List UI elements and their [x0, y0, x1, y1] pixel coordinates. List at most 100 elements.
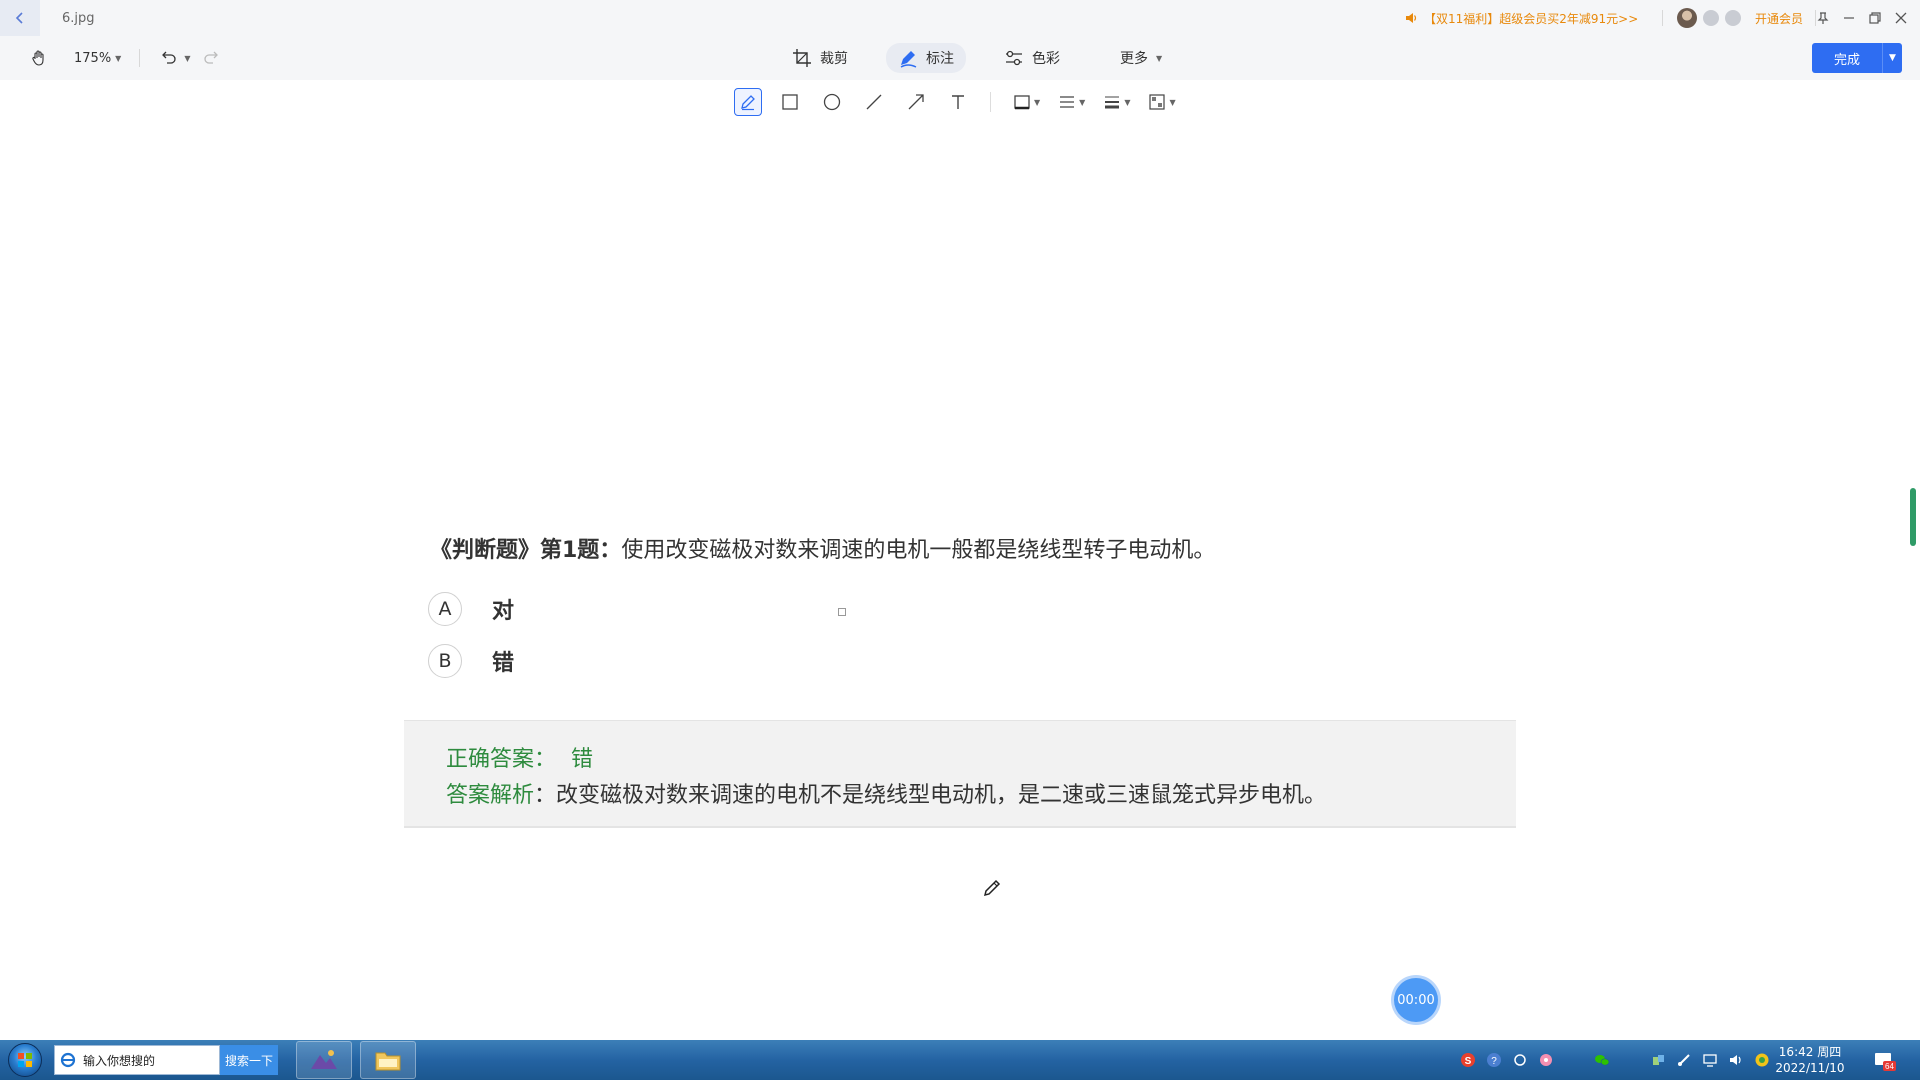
selection-handle[interactable] — [838, 608, 846, 616]
redo-icon — [204, 51, 219, 64]
promo-banner[interactable]: 【双11福利】超级会员买2年减91元>> — [1404, 0, 1638, 36]
folder-icon — [375, 1052, 401, 1071]
redo-button[interactable] — [200, 47, 222, 69]
line-tool[interactable] — [860, 88, 888, 116]
user-area: 开通会员 — [1662, 0, 1817, 36]
annotate-tab[interactable]: 标注 — [886, 43, 966, 73]
badge-icon[interactable] — [1703, 10, 1719, 26]
taskbar-search-input[interactable]: 输入你想搜的 — [54, 1045, 220, 1075]
option-a: A 对 — [428, 592, 514, 626]
rectangle-tool[interactable] — [776, 88, 804, 116]
done-options-dropdown[interactable]: ▼ — [1882, 43, 1902, 73]
line-width-dropdown[interactable]: ▼ — [1103, 93, 1130, 111]
analysis-label: 答案解析 — [446, 783, 535, 808]
badge-icon[interactable] — [1725, 10, 1741, 26]
undo-button[interactable] — [158, 47, 180, 69]
line-style-dropdown[interactable]: ▼ — [1058, 93, 1085, 111]
option-letter: A — [428, 592, 462, 626]
settings-icon[interactable] — [1512, 1052, 1528, 1068]
search-button[interactable]: 搜索一下 — [220, 1045, 278, 1075]
annotate-icon — [900, 51, 917, 68]
avatar[interactable] — [1677, 8, 1697, 28]
list-lines-icon — [1060, 96, 1075, 108]
taskbar: 输入你想搜的 搜索一下 S ? 16:42 周四 2022/11/10 64 — [0, 1040, 1920, 1080]
system-clock[interactable]: 16:42 周四 2022/11/10 — [1768, 1040, 1852, 1080]
restore-icon — [1869, 12, 1881, 24]
open-vip-link[interactable]: 开通会员 — [1755, 10, 1803, 27]
zoom-level: 175% — [74, 50, 112, 66]
search-placeholder: 输入你想搜的 — [83, 1053, 156, 1068]
pencil-cursor-icon — [983, 879, 1001, 897]
close-icon — [1895, 12, 1907, 24]
option-b: B 错 — [428, 644, 514, 678]
hand-icon — [32, 50, 44, 66]
ellipse-tool[interactable] — [818, 88, 846, 116]
sogou-icon[interactable]: S — [1460, 1052, 1476, 1068]
wechat-icon[interactable] — [1594, 1052, 1610, 1068]
line-icon — [866, 94, 882, 110]
notification-icon[interactable]: 64 — [1874, 1050, 1896, 1072]
pin-button[interactable] — [1810, 0, 1836, 36]
done-button-group: 完成 ▼ — [1812, 43, 1902, 73]
arrow-icon — [908, 94, 924, 110]
help-icon[interactable]: ? — [1486, 1052, 1502, 1068]
back-button[interactable] — [0, 0, 40, 36]
network-icon[interactable] — [1650, 1052, 1666, 1068]
sliders-icon — [1006, 50, 1022, 66]
more-menu[interactable]: 更多 ▼ — [1108, 43, 1174, 73]
toolbar-left: 175% ▼ ▼ — [28, 36, 222, 80]
annotate-label: 标注 — [926, 51, 954, 67]
undo-icon — [162, 51, 176, 64]
text-tool[interactable] — [944, 88, 972, 116]
crop-tab[interactable]: 裁剪 — [780, 43, 860, 73]
divider — [139, 49, 141, 67]
question-image[interactable]: 《判断题》第1题：使用改变磁极对数来调速的电机一般都是绕线型转子电动机。 A 对… — [404, 512, 1516, 828]
hand-tool-button[interactable] — [28, 47, 50, 69]
answer-label: 正确答案： — [446, 747, 557, 772]
timer-bubble[interactable]: 00:00 — [1394, 978, 1438, 1022]
chevron-down-icon: ▼ — [1079, 97, 1086, 107]
close-button[interactable] — [1888, 0, 1914, 36]
chevron-down-icon: ▼ — [1169, 97, 1176, 107]
undo-history-dropdown[interactable]: ▼ — [184, 54, 190, 63]
image-canvas[interactable]: 《判断题》第1题：使用改变磁极对数来调速的电机一般都是绕线型转子电动机。 A 对… — [0, 120, 1920, 1040]
chevron-left-icon — [15, 12, 23, 24]
analysis-text: ：改变磁极对数来调速的电机不是绕线型电动机，是二速或三速鼠笼式异步电机。 — [534, 783, 1327, 808]
volume-icon[interactable] — [1728, 1052, 1744, 1068]
svg-text:S: S — [1465, 1056, 1472, 1067]
usb-icon[interactable] — [1676, 1052, 1692, 1068]
pin-icon — [1817, 12, 1829, 24]
start-button[interactable] — [0, 1040, 50, 1080]
mosaic-dropdown[interactable]: ▼ — [1148, 93, 1176, 111]
speaker-icon — [1406, 13, 1417, 23]
taskbar-app-explorer[interactable] — [360, 1041, 416, 1079]
taskbar-app-photos[interactable] — [296, 1041, 352, 1079]
more-label: 更多 — [1120, 51, 1148, 67]
pen-tool[interactable] — [734, 88, 762, 116]
zoom-dropdown[interactable]: 175% ▼ — [74, 51, 121, 66]
color-tab[interactable]: 色彩 — [992, 43, 1072, 73]
chevron-down-icon: ▼ — [115, 53, 122, 63]
minimize-icon — [1844, 17, 1854, 19]
crop-icon — [793, 49, 811, 67]
option-text: 对 — [492, 599, 515, 624]
flower-icon[interactable] — [1538, 1052, 1554, 1068]
mountain-image-icon — [311, 1050, 337, 1069]
file-name: 6.jpg — [62, 10, 95, 26]
question-tag: 《判断题》第1题： — [430, 538, 622, 563]
scrollbar-thumb[interactable] — [1910, 488, 1916, 546]
ie-icon — [60, 1052, 76, 1068]
restore-button[interactable] — [1862, 0, 1888, 36]
arrow-tool[interactable] — [902, 88, 930, 116]
border-style-dropdown[interactable]: ▼ — [1013, 93, 1040, 111]
done-button[interactable]: 完成 — [1812, 43, 1882, 73]
minimize-button[interactable] — [1836, 0, 1862, 36]
promo-text[interactable]: 【双11福利】超级会员买2年减91元>> — [1424, 10, 1638, 27]
circle-icon — [823, 93, 841, 111]
pencil-icon — [741, 95, 755, 111]
display-icon[interactable] — [1702, 1052, 1718, 1068]
clock-date: 2022/11/10 — [1775, 1061, 1845, 1075]
chevron-down-icon: ▼ — [1156, 53, 1163, 63]
chevron-down-icon: ▼ — [1034, 97, 1041, 107]
question-text: 使用改变磁极对数来调速的电机一般都是绕线型转子电动机。 — [621, 538, 1216, 563]
